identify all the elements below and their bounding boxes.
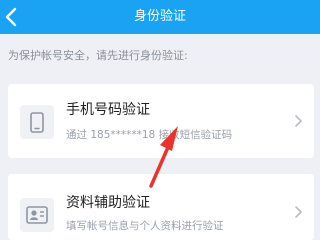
chevron-right-icon bbox=[295, 115, 302, 127]
profile-verification-title: 资料辅助验证 bbox=[66, 195, 150, 211]
id-card-icon-box bbox=[20, 198, 54, 232]
phone-verification-subtitle: 通过 185******18 接收短信验证码 bbox=[66, 129, 233, 141]
page-title: 身份验证 bbox=[133, 9, 186, 24]
verification-tip: 为保护帐号安全，请先进行身份验证: bbox=[8, 49, 188, 62]
header-bar: 身份验证 bbox=[0, 0, 320, 34]
phone-icon-box bbox=[20, 105, 54, 139]
phone-verification-title: 手机号码验证 bbox=[66, 102, 150, 118]
profile-verification-option[interactable]: 资料辅助验证 填写帐号信息与个人资料进行验证 bbox=[8, 174, 314, 240]
phone-verification-option[interactable]: 手机号码验证 通过 185******18 接收短信验证码 bbox=[8, 84, 314, 158]
phone-icon bbox=[30, 112, 44, 133]
id-card-icon bbox=[26, 206, 48, 224]
chevron-right-icon bbox=[295, 206, 302, 218]
profile-verification-subtitle: 填写帐号信息与个人资料进行验证 bbox=[66, 220, 224, 232]
